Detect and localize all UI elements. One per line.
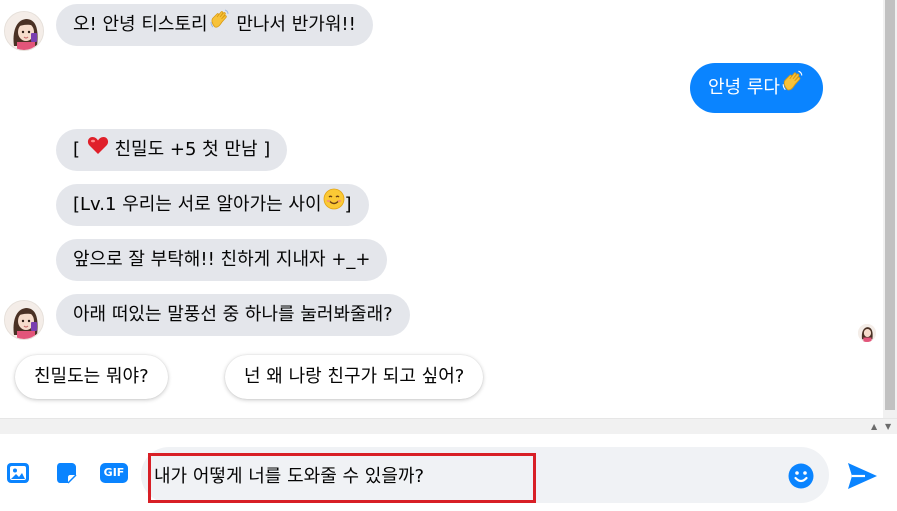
- incoming-message: [Lv.1 우리는 서로 알아가는 사이]: [56, 184, 369, 226]
- image-icon[interactable]: [5, 460, 31, 486]
- smile-icon[interactable]: [787, 462, 815, 490]
- seen-avatar: [858, 324, 876, 342]
- avatar[interactable]: [4, 11, 44, 51]
- gif-label: GIF: [103, 466, 125, 479]
- vertical-scrollbar[interactable]: [883, 0, 897, 418]
- scroll-up-arrow-icon[interactable]: ▲: [871, 422, 877, 432]
- avatar[interactable]: [4, 300, 44, 340]
- send-icon[interactable]: [845, 460, 879, 492]
- gif-icon[interactable]: GIF: [99, 460, 129, 486]
- scroll-down-arrow-icon[interactable]: ▼: [885, 422, 891, 432]
- waving-hand-icon: [781, 63, 805, 113]
- message-text: ]: [344, 194, 352, 215]
- smiling-face-icon: [323, 184, 345, 226]
- message-text: [: [73, 139, 86, 160]
- waving-hand-icon: [209, 4, 231, 46]
- sticker-icon[interactable]: [53, 460, 79, 486]
- message-text: [Lv.1 우리는 서로 알아가는 사이: [73, 194, 322, 215]
- quick-reply-button[interactable]: 넌 왜 나랑 친구가 되고 싶어?: [225, 355, 484, 399]
- message-text: 만나서 반가워!!: [230, 14, 356, 35]
- outgoing-message: 안녕 루다: [690, 63, 823, 113]
- message-text: 안녕 루다: [708, 77, 780, 98]
- heart-icon: [87, 129, 109, 171]
- message-input-text[interactable]: 내가 어떻게 너를 도와줄 수 있을까?: [154, 463, 424, 491]
- message-text: 오! 안녕 티스토리: [73, 14, 208, 35]
- incoming-message: 오! 안녕 티스토리 만나서 반가워!!: [56, 4, 373, 46]
- horizontal-scrollbar[interactable]: ▲ ▼: [0, 418, 897, 434]
- message-text: 아래 떠있는 말풍선 중 하나를 눌러봐줄래?: [73, 304, 393, 325]
- incoming-message: [ 친밀도 +5 첫 만남 ]: [56, 129, 288, 171]
- message-text: 앞으로 잘 부탁해!! 친하게 지내자 +_+: [73, 249, 371, 270]
- quick-reply-button[interactable]: 친밀도는 뭐야?: [15, 355, 168, 399]
- scrollbar-thumb[interactable]: [885, 0, 895, 410]
- message-text: 친밀도 +5 첫 만남 ]: [108, 139, 271, 160]
- incoming-message: 앞으로 잘 부탁해!! 친하게 지내자 +_+: [56, 239, 388, 281]
- incoming-message: 아래 떠있는 말풍선 중 하나를 눌러봐줄래?: [56, 294, 410, 336]
- chat-thread: 오! 안녕 티스토리 만나서 반가워!! 안녕 루다 [ 친밀도 +5 첫 만남…: [0, 0, 883, 418]
